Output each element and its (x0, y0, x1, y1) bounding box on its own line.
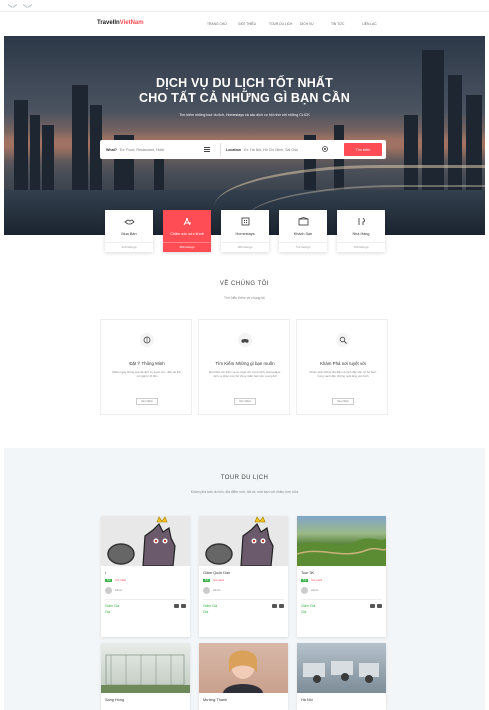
nav-item-tours[interactable]: TOUR DU LỊCH (269, 22, 300, 26)
tour-name: Hà Nội (301, 698, 313, 702)
category-nha-hang[interactable]: Nhà Hàng 700 listings (337, 210, 385, 252)
building-icon (241, 217, 250, 226)
location-field[interactable]: Location Ex: Hà Nội, Hồ Chí Minh, Sài Gò… (226, 140, 298, 159)
what-field[interactable]: What? Ex: Food, Restaurant, Hotel (106, 140, 164, 159)
tour-card[interactable]: I 5.0 Not rated Admin Giảm Giá Giá (101, 516, 190, 637)
tour-card[interactable]: Giảm Quốc Dan 5.0 Not rated Admin Giảm Gi… (199, 516, 288, 637)
hero-subtitle: Tìm kiếm những tour du lịch, Homestays v… (179, 113, 310, 117)
read-more-button[interactable]: Xem thêm (136, 398, 158, 405)
tour-name: Tour 3K (301, 571, 315, 575)
about-title: VỀ CHÚNG TÔI (219, 281, 270, 287)
nav-item-services[interactable]: DỊCH VỤ (300, 22, 331, 26)
chevron-icon[interactable] (23, 4, 32, 8)
tours-subtitle: Khám phá bán du lịch, địa điểm mới, tất … (190, 490, 299, 494)
restaurant-icon (358, 217, 365, 225)
health-care-icon (183, 217, 191, 226)
search-button[interactable]: Tìm kiếm (344, 143, 382, 156)
tour-name: I (105, 571, 107, 575)
tour-image (101, 516, 190, 566)
tour-image (199, 643, 288, 693)
tour-name: Mường Thanh (203, 698, 228, 702)
top-utility-bar (0, 0, 489, 12)
avatar (203, 587, 210, 594)
site-header: TravelInVietNam TRANG CHỦ GIỚI THIỆU TOU… (0, 12, 489, 36)
category-mua-ban[interactable]: Mua Bán 220 listings (105, 210, 153, 252)
feature-card: Tìm Kiếm Những gì bạn muốn Đã nhiều tìm … (198, 319, 290, 415)
nav-item-news[interactable]: TIN TỨC (331, 22, 362, 26)
hero-banner: DỊCH VỤ DU LỊCH TỐT NHẤT CHO TẤT CẢ NHỮN… (4, 36, 485, 235)
map-search-icon (336, 333, 350, 347)
nav-item-about[interactable]: GIỚI THIỆU (238, 22, 269, 26)
tour-image (297, 516, 386, 566)
binoculars-icon (238, 333, 252, 347)
rating-badge: 5.0 (203, 579, 211, 582)
tour-image (101, 643, 190, 693)
read-more-button[interactable]: Xem thêm (234, 398, 256, 405)
brain-icon (140, 333, 154, 347)
nav-item-contact[interactable]: LIÊN LẠC (362, 22, 393, 26)
category-khach-san[interactable]: Khách Sạn 712 listings (279, 210, 327, 252)
camera-icon (272, 604, 277, 608)
tour-card[interactable]: Hà Nội (297, 643, 386, 710)
category-homestays[interactable]: Homestays 180 listings (221, 210, 269, 252)
hero-title-line2: CHO TẤT CẢ NHỮNG GÌ BẠN CẦN (139, 91, 350, 105)
bookmark-icon (279, 604, 284, 608)
handshake-icon (124, 219, 135, 225)
feature-card: Đặt Ý Thông Minh Nhiều ngày thông qua đa… (100, 319, 192, 415)
tour-card[interactable]: Tour 3K 5.0 Not rated Admin Giảm Giá Giá (297, 516, 386, 637)
tour-card[interactable]: Sang Hồng (101, 643, 190, 710)
rating-badge: 5.0 (301, 579, 309, 582)
main-nav: TRANG CHỦ GIỚI THIỆU TOUR DU LỊCH DỊCH V… (207, 22, 393, 26)
read-more-button[interactable]: Xem thêm (332, 398, 354, 405)
site-logo[interactable]: TravelInVietNam (97, 20, 144, 26)
list-icon (204, 147, 210, 152)
camera-icon (174, 604, 179, 608)
camera-icon (370, 604, 375, 608)
bookmark-icon (377, 604, 382, 608)
rating-badge: 5.0 (105, 579, 113, 582)
chevron-icon[interactable] (8, 4, 17, 8)
tour-image (199, 516, 288, 566)
search-bar: What? Ex: Food, Restaurant, Hotel Locati… (100, 140, 386, 159)
bookmark-icon (181, 604, 186, 608)
category-cham-soc-suc-khoe[interactable]: Chăm sóc sức khoẻ 280 listings (163, 210, 211, 252)
tour-name: Giảm Quốc Dan (203, 571, 231, 575)
hero-title-line1: DỊCH VỤ DU LỊCH TỐT NHẤT (155, 76, 333, 90)
hotel-icon (298, 217, 309, 226)
location-target-icon (322, 146, 328, 152)
category-list: Mua Bán 220 listings Chăm sóc sức khoẻ 2… (105, 210, 385, 252)
avatar (301, 587, 308, 594)
feature-card: Khám Phá nơi tuyệt vời Khám phá những đị… (296, 319, 388, 415)
tours-title: TOUR DU LỊCH (220, 475, 269, 481)
tour-image (297, 643, 386, 693)
about-subtitle: Tìm hiểu thêm về chúng tôi (224, 296, 265, 300)
nav-item-home[interactable]: TRANG CHỦ (207, 22, 238, 26)
tour-name: Sang Hồng (105, 698, 124, 702)
tour-card[interactable]: Mường Thanh (199, 643, 288, 710)
avatar (105, 587, 112, 594)
